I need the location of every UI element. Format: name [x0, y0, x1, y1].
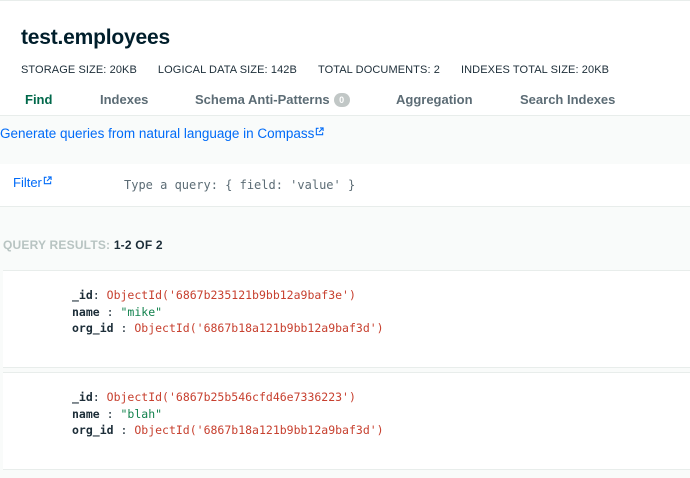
query-bar: Filter: [0, 164, 690, 207]
field-value: ObjectId('6867b235121b9bb12a9baf3e'): [106, 288, 356, 302]
document-card[interactable]: _id: ObjectId('6867b25b546cfd46e7336223'…: [3, 372, 690, 470]
collection-stats: STORAGE SIZE: 20KB LOGICAL DATA SIZE: 14…: [21, 64, 609, 78]
tab-find[interactable]: Find: [25, 92, 52, 107]
tab-indexes[interactable]: Indexes: [100, 92, 148, 107]
filter-docs-link[interactable]: Filter: [13, 175, 52, 190]
query-results-header: QUERY RESULTS: 1-2 OF 2: [3, 238, 163, 252]
tab-schema-anti-patterns[interactable]: Schema Anti-Patterns 0: [195, 92, 350, 107]
anti-patterns-count-badge: 0: [333, 92, 350, 107]
document-field: org_id : ObjectId('6867b18a121b9bb12a9ba…: [72, 423, 384, 437]
stat-storage-size: STORAGE SIZE: 20KB: [21, 64, 137, 76]
top-divider: [0, 0, 690, 1]
stat-total-documents: TOTAL DOCUMENTS: 2: [317, 64, 440, 76]
field-value: ObjectId('6867b18a121b9bb12a9baf3d'): [134, 321, 384, 335]
stat-logical-data-size: LOGICAL DATA SIZE: 142B: [157, 64, 297, 76]
document-field: org_id : ObjectId('6867b18a121b9bb12a9ba…: [72, 321, 384, 335]
generate-queries-link[interactable]: Generate queries from natural language i…: [0, 126, 325, 141]
collection-title: test.employees: [21, 26, 170, 49]
document-field: _id: ObjectId('6867b235121b9bb12a9baf3e'…: [72, 288, 356, 302]
field-value: ObjectId('6867b25b546cfd46e7336223'): [106, 390, 356, 404]
external-link-icon: [43, 176, 52, 185]
results-count: 1-2 OF 2: [113, 238, 163, 252]
stat-indexes-total-size: INDEXES TOTAL SIZE: 20KB: [460, 64, 610, 76]
query-filter-input[interactable]: [116, 174, 690, 196]
document-field: name : "blah": [72, 407, 163, 421]
compass-banner: Generate queries from natural language i…: [0, 115, 690, 165]
document-field: name : "mike": [72, 305, 163, 319]
document-field: _id: ObjectId('6867b25b546cfd46e7336223'…: [72, 390, 356, 404]
field-value: ObjectId('6867b18a121b9bb12a9baf3d'): [134, 423, 384, 437]
field-value: "blah": [120, 407, 163, 421]
document-card[interactable]: _id: ObjectId('6867b235121b9bb12a9baf3e'…: [3, 270, 690, 368]
collection-tabs: Find Indexes Schema Anti-Patterns 0 Aggre…: [0, 88, 690, 114]
tab-search-indexes[interactable]: Search Indexes: [520, 92, 615, 107]
field-value: "mike": [120, 305, 163, 319]
external-link-icon: [316, 127, 325, 136]
tab-aggregation[interactable]: Aggregation: [396, 92, 473, 107]
